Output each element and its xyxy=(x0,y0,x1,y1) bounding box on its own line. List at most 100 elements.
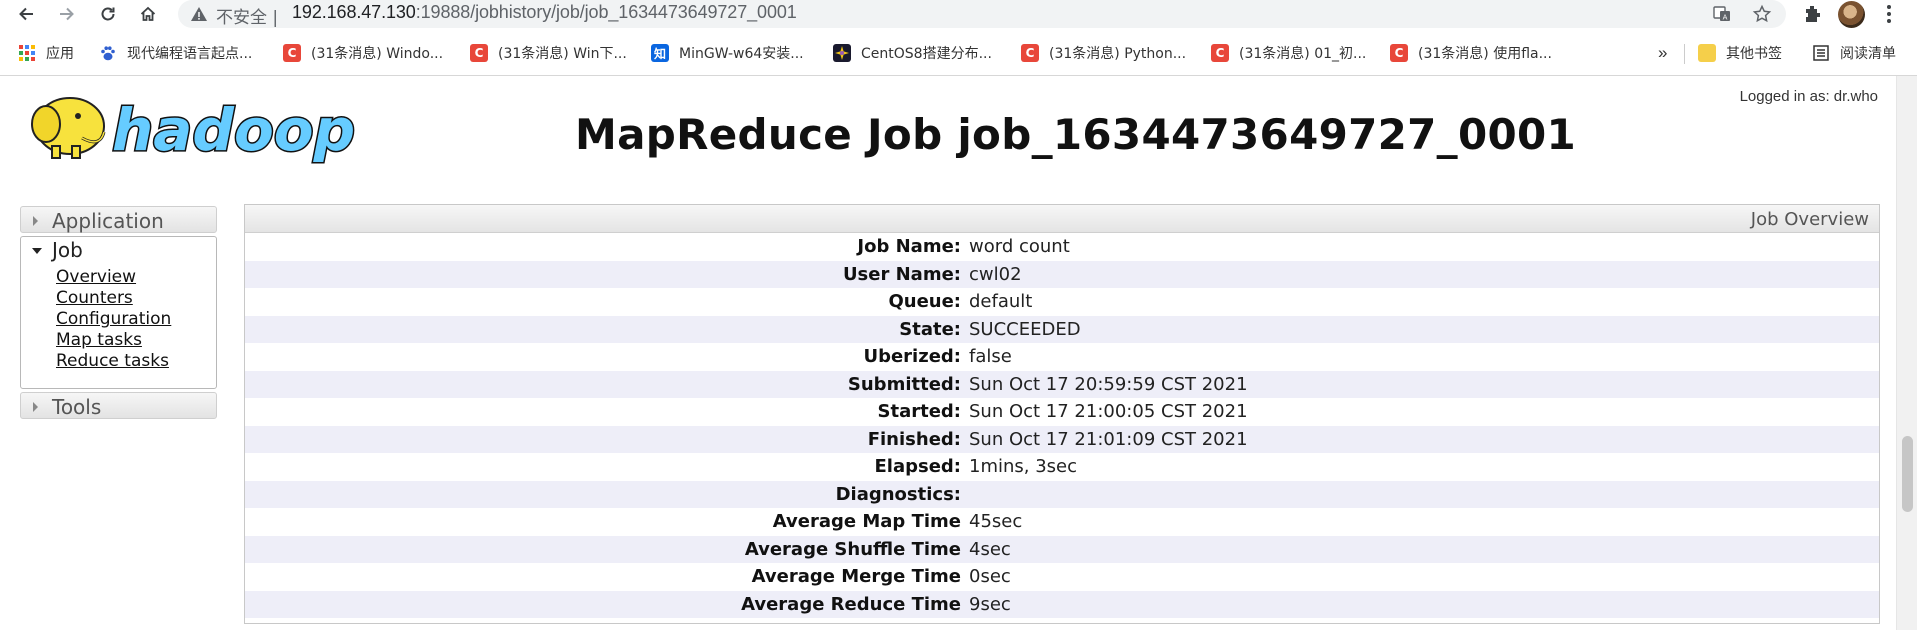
bookmark-label: (31条消息) 01_初... xyxy=(1239,46,1367,62)
bookmark-csdn-windows[interactable]: C (31条消息) Windo... xyxy=(283,42,443,64)
row-label: Uberized: xyxy=(863,346,961,367)
row-label: Elapsed: xyxy=(874,456,961,477)
warning-icon[interactable] xyxy=(190,5,208,23)
bookmark-label: MinGW-w64安装... xyxy=(679,46,804,62)
table-row: Average Reduce Time 9sec xyxy=(245,590,1879,618)
bookmark-csdn-win[interactable]: C (31条消息) Win下... xyxy=(470,42,627,64)
row-value: word count xyxy=(969,236,1070,257)
job-overview-caption: Job Overview xyxy=(1750,209,1869,230)
table-row: Started: Sun Oct 17 21:00:05 CST 2021 xyxy=(245,398,1879,426)
arrow-right-icon xyxy=(60,7,74,21)
triangle-down-icon xyxy=(32,248,42,254)
bookmark-label: 应用 xyxy=(46,46,74,62)
bookmark-csdn-flask[interactable]: C (31条消息) 使用fla... xyxy=(1390,42,1552,64)
paw-icon xyxy=(101,46,115,61)
hadoop-logo: hadoop xyxy=(31,95,357,164)
reload-icon xyxy=(101,7,115,21)
row-label: Job Name: xyxy=(857,236,961,257)
menu-dots-icon[interactable] xyxy=(1878,3,1900,25)
logged-in-label: Logged in as: dr.who xyxy=(1739,88,1878,105)
triangle-right-icon xyxy=(33,216,38,226)
table-row: User Name: cwl02 xyxy=(245,260,1879,288)
bookmark-csdn-01[interactable]: C (31条消息) 01_初... xyxy=(1211,42,1366,64)
row-value: SUCCEEDED xyxy=(969,318,1081,340)
sidebar-job-header[interactable]: Job xyxy=(21,237,216,263)
row-value: default xyxy=(969,291,1033,312)
triangle-right-icon xyxy=(33,402,38,412)
row-value: 1mins, 3sec xyxy=(969,456,1078,477)
job-overview-header[interactable]: Job Overview xyxy=(245,205,1879,233)
extensions-icon[interactable] xyxy=(1802,3,1824,25)
row-label: Started: xyxy=(877,401,962,422)
back-button[interactable] xyxy=(12,0,40,28)
reload-button[interactable] xyxy=(94,0,122,28)
centos-icon xyxy=(833,44,851,62)
row-value: 45sec xyxy=(969,511,1023,532)
forward-button[interactable] xyxy=(53,0,81,28)
job-overview-rows: Job Name: word count User Name: cwl02 Queue:… xyxy=(245,233,1879,618)
reading-list-icon xyxy=(1813,45,1829,61)
table-row: State: SUCCEEDED xyxy=(245,315,1879,343)
bookmark-label: (31条消息) Win下... xyxy=(498,46,627,62)
bookmarks-divider xyxy=(1684,44,1685,64)
sidebar-link-map-tasks[interactable]: Map tasks xyxy=(56,330,142,350)
sidebar-job: Job Overview Counters Configuration Map … xyxy=(20,236,217,389)
bookmark-label: (31条消息) Python... xyxy=(1049,46,1187,62)
bookmark-csdn-python[interactable]: C (31条消息) Python... xyxy=(1021,42,1186,64)
table-row: Average Map Time 45sec xyxy=(245,508,1879,536)
sidebar-job-label: Job xyxy=(52,238,83,262)
table-row: Finished: Sun Oct 17 21:01:09 CST 2021 xyxy=(245,425,1879,453)
table-row: Average Shuffle Time 4sec xyxy=(245,535,1879,563)
bookmark-baidu[interactable]: 现代编程语言起点... xyxy=(99,42,252,64)
bookmark-centos[interactable]: CentOS8搭建分布... xyxy=(833,42,992,64)
reading-list[interactable]: 阅读清单 xyxy=(1812,42,1896,64)
row-value: cwl02 xyxy=(969,263,1022,285)
csdn-icon: C xyxy=(283,44,301,62)
sidebar-link-overview[interactable]: Overview xyxy=(56,267,136,287)
translate-icon[interactable]: A xyxy=(1712,4,1732,24)
row-value: Sun Oct 17 20:59:59 CST 2021 xyxy=(969,373,1248,395)
csdn-icon: C xyxy=(1390,44,1408,62)
page-title: MapReduce Job job_1634473649727_0001 xyxy=(575,110,1577,159)
bookmark-mingw[interactable]: 知 MinGW-w64安装... xyxy=(651,42,804,64)
row-label: Average Shuffle Time xyxy=(744,538,961,560)
table-row: Submitted: Sun Oct 17 20:59:59 CST 2021 xyxy=(245,370,1879,398)
folder-icon xyxy=(1698,44,1716,62)
address-bar[interactable]: 不安全 | 192.168.47.130:19888/jobhistory/jo… xyxy=(178,0,1786,28)
table-row: Average Merge Time 0sec xyxy=(245,563,1879,591)
row-label: Finished: xyxy=(867,428,961,450)
csdn-icon: C xyxy=(1211,44,1229,62)
table-row: Uberized: false xyxy=(245,343,1879,371)
vertical-scrollbar[interactable] xyxy=(1896,76,1917,630)
sidebar-tools[interactable]: Tools xyxy=(20,392,217,419)
sidebar-link-reduce-tasks[interactable]: Reduce tasks xyxy=(56,351,169,371)
table-row: Diagnostics: xyxy=(245,480,1879,508)
bookmarks-more-chevron[interactable]: » xyxy=(1658,43,1667,63)
avatar[interactable] xyxy=(1838,1,1865,28)
insecure-label: 不安全 | xyxy=(216,8,279,28)
bookmark-other[interactable]: 其他书签 xyxy=(1698,42,1782,64)
bookmark-label: 现代编程语言起点... xyxy=(127,46,253,62)
bookmark-label: (31条消息) 使用fla... xyxy=(1418,46,1552,62)
apps-grid-icon xyxy=(19,45,35,61)
row-label: Average Map Time xyxy=(772,511,961,532)
bookmark-label: 阅读清单 xyxy=(1840,46,1896,62)
job-overview-table: Job Overview Job Name: word count User Nam… xyxy=(244,204,1880,624)
row-value: 9sec xyxy=(969,593,1011,615)
sidebar-link-configuration[interactable]: Configuration xyxy=(56,309,171,329)
row-label: State: xyxy=(899,318,961,340)
sidebar-link-counters[interactable]: Counters xyxy=(56,288,133,308)
row-label: Average Merge Time xyxy=(751,566,961,587)
browser-toolbar: 不安全 | 192.168.47.130:19888/jobhistory/jo… xyxy=(0,0,1917,28)
star-icon[interactable] xyxy=(1752,4,1772,24)
scrollbar-thumb[interactable] xyxy=(1902,436,1913,512)
bookmarks-bar: 应用 现代编程语言起点... C (31条消息) Windo... C (31条… xyxy=(0,38,1917,68)
home-button[interactable] xyxy=(134,0,162,28)
svg-text:hadoop: hadoop xyxy=(112,96,355,164)
sidebar-application-label: Application xyxy=(52,209,164,233)
bookmark-apps[interactable]: 应用 xyxy=(18,42,74,64)
bookmark-label: CentOS8搭建分布... xyxy=(861,46,992,62)
url-text[interactable]: 192.168.47.130:19888/jobhistory/job/job_… xyxy=(292,2,797,23)
row-value: Sun Oct 17 21:01:09 CST 2021 xyxy=(969,428,1248,450)
sidebar-application[interactable]: Application xyxy=(20,206,217,233)
